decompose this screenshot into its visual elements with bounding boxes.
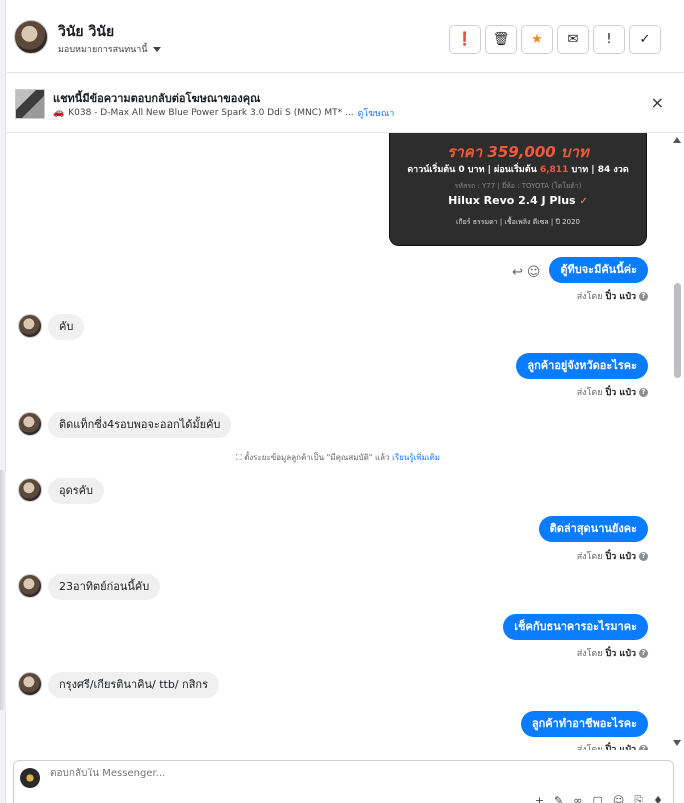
outgoing-message[interactable]: ลูกค้าทำอาชีพอะไรคะ bbox=[520, 711, 648, 737]
outgoing-message[interactable]: ติดล่าสุดนานยังคะ bbox=[538, 516, 648, 542]
image-icon[interactable]: ▢ bbox=[592, 794, 602, 803]
exclamation-icon: ! bbox=[606, 32, 612, 47]
view-ad-link[interactable]: ดูโฆษณา bbox=[358, 106, 395, 120]
conversation-header: วินัย วินัย มอบหมายการสนทนานี้ ❗ 🗑 ★ ✉ !… bbox=[6, 0, 684, 73]
contact-name[interactable]: วินัย วินัย bbox=[58, 21, 114, 43]
info-icon: ? bbox=[639, 291, 648, 301]
like-icon[interactable]: ♦ bbox=[653, 794, 663, 803]
banner-title: แชทนี้มีข้อความตอบกลับต่อโฆษณาของคุณ bbox=[53, 92, 261, 105]
ad-features: เกียร์ ธรรมดา | เชื้อเพลิง ดีเซล | ปี 20… bbox=[456, 218, 580, 226]
mark-unread-icon: ✉ bbox=[567, 32, 579, 47]
delete-button[interactable]: 🗑 bbox=[485, 25, 517, 54]
attach-icon[interactable]: ✎ bbox=[554, 794, 563, 803]
star-button[interactable]: ★ bbox=[521, 25, 553, 54]
alert-circle-icon: ❗ bbox=[456, 32, 474, 47]
page-avatar bbox=[20, 768, 40, 788]
emoji-icon[interactable]: ☺ bbox=[527, 265, 541, 280]
scroll-up-icon[interactable] bbox=[673, 137, 681, 143]
avatar[interactable] bbox=[18, 478, 42, 502]
trash-icon: 🗑 bbox=[492, 32, 510, 47]
outgoing-message[interactable]: ตู้ทีบจะมีคันนี้ค่ะ bbox=[549, 257, 648, 283]
info-icon: ? bbox=[639, 551, 648, 561]
avatar[interactable] bbox=[18, 672, 42, 696]
add-icon[interactable]: + bbox=[535, 794, 544, 803]
avatar[interactable] bbox=[18, 412, 42, 436]
reply-icon[interactable]: ↩ bbox=[512, 265, 523, 280]
reply-composer: + ✎ ∞ ▢ ☺ ⎘ ♦ bbox=[13, 760, 674, 803]
info-icon: ? bbox=[639, 648, 648, 658]
message-thread[interactable]: ราคา 359,000 บาท ดาวน์เริ่มต้น 0 บาท | ผ… bbox=[6, 133, 670, 750]
assign-label: มอบหมายการสนทนานี้ bbox=[58, 45, 148, 55]
sent-by: ส่งโดย ปิ๋ว แป๋ว? bbox=[577, 549, 648, 563]
reply-input[interactable] bbox=[50, 768, 350, 779]
message-tools: ↩ ☺ bbox=[512, 265, 540, 280]
mark-unread-button[interactable]: ✉ bbox=[557, 25, 589, 54]
banner-subtitle-row: 🚗 K038 - D-Max All New Blue Power Spark … bbox=[53, 106, 394, 120]
car-icon: 🚗 bbox=[53, 108, 65, 118]
scroll-thumb[interactable] bbox=[674, 283, 681, 378]
composer-toolbar: + ✎ ∞ ▢ ☺ ⎘ ♦ bbox=[535, 794, 663, 803]
flag-button[interactable]: ! bbox=[593, 25, 625, 54]
outgoing-message[interactable]: เช็คกับธนาคารอะไรมาคะ bbox=[503, 614, 648, 640]
ad-specs: รหัสรถ : Y77 | ยี่ห้อ : TOYOTA (โตโยต้า) bbox=[454, 182, 582, 190]
incoming-message[interactable]: คับ bbox=[48, 314, 85, 340]
avatar[interactable] bbox=[18, 314, 42, 338]
saved-reply-icon[interactable]: ⎘ bbox=[634, 794, 643, 803]
star-icon: ★ bbox=[531, 32, 543, 47]
assign-conversation-dropdown[interactable]: มอบหมายการสนทนานี้ bbox=[58, 42, 161, 56]
link-icon[interactable]: ∞ bbox=[573, 794, 582, 803]
contact-stage-icon: ⛶ bbox=[235, 453, 242, 462]
ad-thumbnail[interactable] bbox=[15, 89, 45, 119]
ad-model: Hilux Revo 2.4 J Plus ✓ bbox=[448, 194, 588, 207]
sent-by: ส่งโดย ปิ๋ว แป๋ว? bbox=[577, 289, 648, 303]
header-actions: ❗ 🗑 ★ ✉ ! ✓ bbox=[449, 25, 661, 54]
close-icon[interactable]: × bbox=[651, 93, 664, 112]
sent-by: ส่งโดย ปิ๋ว แป๋ว? bbox=[577, 742, 648, 750]
sent-by: ส่งโดย ปิ๋ว แป๋ว? bbox=[577, 646, 648, 660]
avatar[interactable] bbox=[14, 20, 48, 54]
verified-icon: ✓ bbox=[579, 196, 588, 207]
incoming-message[interactable]: 23อาทิตย์ก่อนนี้คับ bbox=[48, 574, 161, 600]
sent-by: ส่งโดย ปิ๋ว แป๋ว? bbox=[577, 385, 648, 399]
check-icon: ✓ bbox=[639, 32, 651, 47]
incoming-message[interactable]: ติดแท็กซี่ง4รอบพอจะออกได้มั้ยคับ bbox=[48, 412, 232, 438]
learn-more-link[interactable]: เรียนรู้เพิ่มเติม bbox=[392, 453, 440, 462]
mark-done-button[interactable]: ✓ bbox=[629, 25, 661, 54]
incoming-message[interactable]: อุดรคับ bbox=[48, 478, 104, 504]
system-note: ⛶ ตั้งระยะข้อมูลลูกค้าเป็น "มีคุณสมบัติ"… bbox=[235, 453, 441, 462]
thread-scrollbar[interactable] bbox=[671, 133, 684, 750]
info-icon: ? bbox=[639, 744, 648, 750]
info-icon: ? bbox=[639, 387, 648, 397]
emoji-icon[interactable]: ☺ bbox=[613, 794, 624, 803]
avatar[interactable] bbox=[18, 574, 42, 598]
outgoing-message[interactable]: ลูกค้าอยู่จังหวัดอะไรคะ bbox=[516, 353, 648, 379]
ad-image-card[interactable]: ราคา 359,000 บาท ดาวน์เริ่มต้น 0 บาท | ผ… bbox=[389, 133, 647, 246]
caret-down-icon bbox=[152, 46, 161, 52]
incoming-message[interactable]: กรุงศรี/เกียรตินาคิน/ ttb/ กสิกร bbox=[48, 672, 219, 698]
alert-button[interactable]: ❗ bbox=[449, 25, 481, 54]
banner-subtitle: K038 - D-Max All New Blue Power Spark 3.… bbox=[68, 108, 354, 118]
scroll-down-icon[interactable] bbox=[673, 740, 681, 746]
ad-price: ราคา 359,000 บาท bbox=[447, 143, 589, 161]
ad-terms: ดาวน์เริ่มต้น 0 บาท | ผ่อนเริ่มต้น 6,811… bbox=[407, 165, 629, 175]
ad-reply-banner: แชทนี้มีข้อความตอบกลับต่อโฆษณาของคุณ 🚗 K… bbox=[6, 73, 684, 133]
